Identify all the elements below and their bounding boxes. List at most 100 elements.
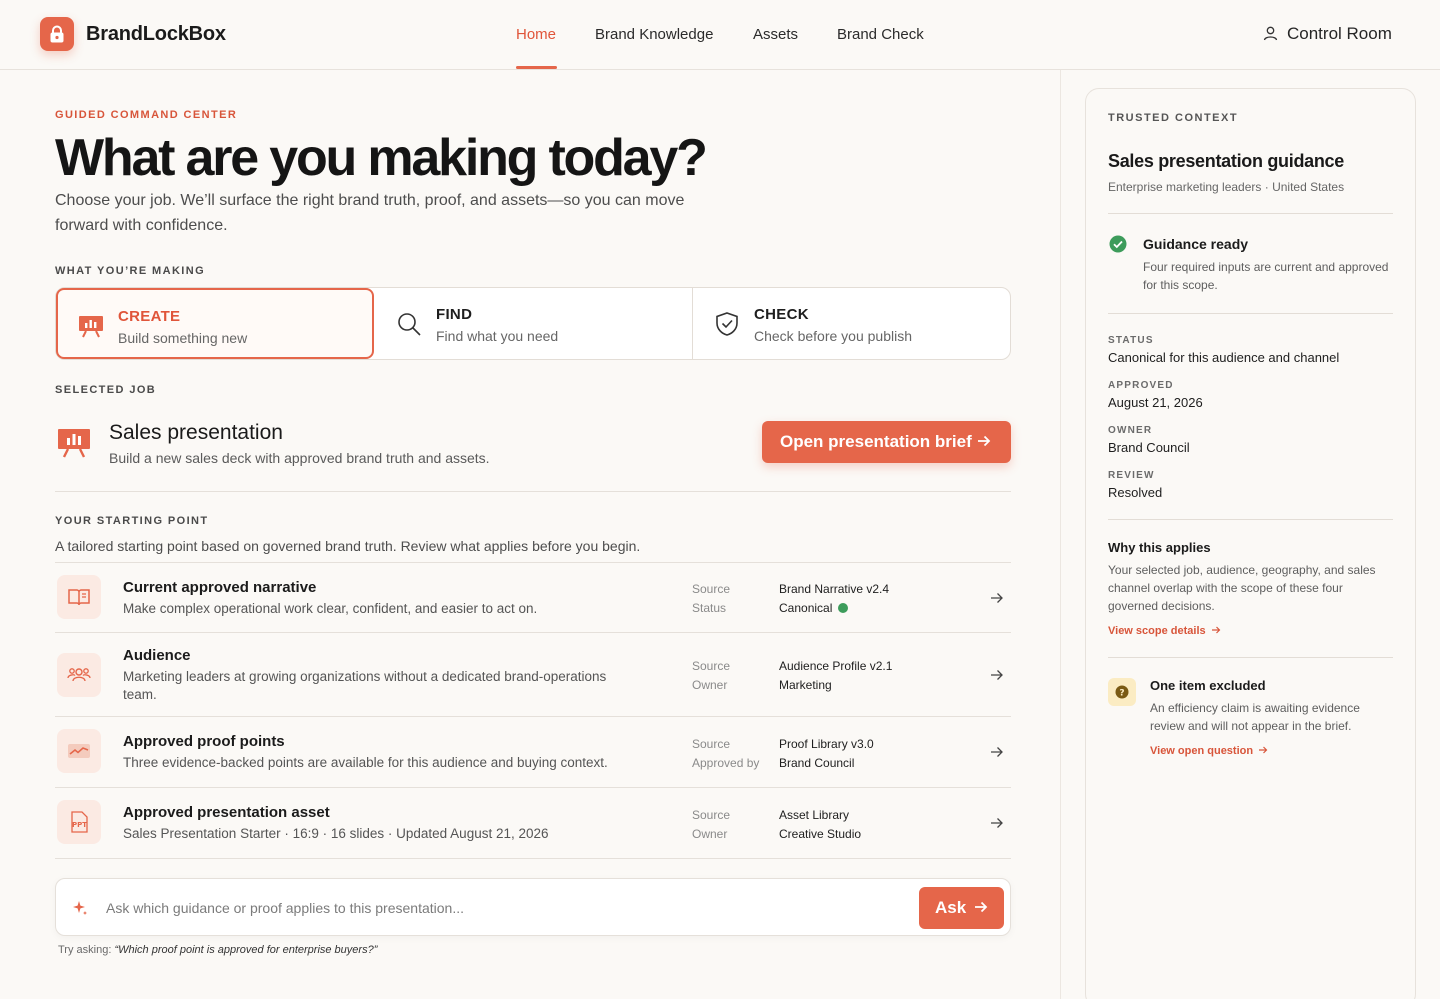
cta-label: Open presentation brief xyxy=(780,432,972,451)
row-description: Marketing leaders at growing organizatio… xyxy=(123,669,607,702)
view-scope-details-label: View scope details xyxy=(1108,625,1206,637)
question-icon: ? xyxy=(1108,678,1136,706)
view-open-question-link[interactable]: View open question xyxy=(1150,745,1268,757)
hero-eyebrow: GUIDED COMMAND CENTER xyxy=(55,109,238,121)
section-divider xyxy=(55,491,1011,492)
proof-chart-icon xyxy=(57,729,101,773)
meta-key: Source xyxy=(692,582,731,596)
arrow-right-icon[interactable] xyxy=(990,816,1004,830)
arrow-right-icon[interactable] xyxy=(990,668,1004,682)
meta-value: Creative Studio xyxy=(779,827,862,841)
svg-text:?: ? xyxy=(1119,689,1124,699)
nav-brand-check[interactable]: Brand Check xyxy=(837,26,924,43)
sparkle-icon xyxy=(73,901,87,915)
meta-key: Owner xyxy=(692,827,728,841)
control-room-link[interactable]: Control Room xyxy=(1263,24,1392,44)
row-title: Audience xyxy=(123,647,191,664)
option-check[interactable]: CHECK Check before you publish xyxy=(693,288,1011,359)
arrow-right-icon[interactable] xyxy=(990,591,1004,605)
control-room-label: Control Room xyxy=(1287,24,1392,43)
starting-point-row-proof[interactable]: Approved proof points Three evidence-bac… xyxy=(55,717,1011,788)
ask-button[interactable]: Ask xyxy=(919,887,1004,929)
excluded-title: One item excluded xyxy=(1150,678,1266,693)
status-text: Canonical xyxy=(779,601,833,615)
meta-key: Source xyxy=(692,659,731,673)
owner-value: Brand Council xyxy=(1108,440,1190,455)
panel-divider xyxy=(1108,313,1393,314)
meta-key: Owner xyxy=(692,678,728,692)
review-label: REVIEW xyxy=(1108,470,1155,481)
row-title: Approved presentation asset xyxy=(123,804,330,821)
panel-divider xyxy=(1108,213,1393,214)
panel-divider xyxy=(1108,519,1393,520)
excluded-body: An efficiency claim is awaiting evidence… xyxy=(1150,701,1360,733)
nav-home[interactable]: Home xyxy=(516,26,556,43)
starting-point-sub: A tailored starting point based on gover… xyxy=(55,538,641,554)
option-find-title: FIND xyxy=(436,306,473,323)
ask-bar: Ask xyxy=(55,878,1011,936)
ready-title: Guidance ready xyxy=(1143,236,1249,252)
row-description: Three evidence-backed points are availab… xyxy=(123,755,608,770)
meta-key: Approved by xyxy=(692,756,760,770)
brand-name[interactable]: BrandLockBox xyxy=(86,23,226,46)
starting-point-row-audience[interactable]: Audience Marketing leaders at growing or… xyxy=(55,633,1011,717)
presentation-icon xyxy=(58,429,90,458)
arrow-right-icon[interactable] xyxy=(990,745,1004,759)
hero-lead: Choose your job. We’ll surface the right… xyxy=(55,192,685,234)
meta-value: Audience Profile v2.1 xyxy=(779,659,893,673)
nav-active-indicator xyxy=(516,66,557,69)
approved-label: APPROVED xyxy=(1108,380,1174,391)
option-create-sub: Build something new xyxy=(118,330,248,346)
presentation-icon xyxy=(79,316,103,338)
user-icon xyxy=(1263,26,1278,41)
option-find[interactable]: FIND Find what you need xyxy=(374,288,692,359)
job-type-selector: CREATE Build something new FIND Find wha… xyxy=(55,287,1011,360)
panel-eyebrow: TRUSTED CONTEXT xyxy=(1108,112,1239,124)
ppt-file-icon: PPT xyxy=(57,800,101,844)
selected-job-label: SELECTED JOB xyxy=(55,384,157,396)
panel-subtitle: Enterprise marketing leaders · United St… xyxy=(1108,180,1345,194)
svg-text:PPT: PPT xyxy=(72,821,87,829)
selected-job-title: Sales presentation xyxy=(109,421,283,444)
nav-assets[interactable]: Assets xyxy=(753,26,798,43)
starting-point-label: YOUR STARTING POINT xyxy=(55,515,209,527)
audience-icon xyxy=(57,653,101,697)
row-title: Current approved narrative xyxy=(123,579,317,596)
meta-value: Brand Narrative v2.4 xyxy=(779,582,890,596)
ask-input[interactable] xyxy=(106,897,906,919)
panel-title: Sales presentation guidance xyxy=(1108,151,1344,171)
view-open-question-label: View open question xyxy=(1150,745,1254,757)
page-title: What are you making today? xyxy=(55,129,708,187)
hint-example[interactable]: “Which proof point is approved for enter… xyxy=(114,944,377,956)
lock-icon[interactable] xyxy=(40,17,74,51)
arrow-right-icon xyxy=(978,435,991,447)
meta-value-status: Canonical xyxy=(779,601,849,615)
column-divider xyxy=(1060,70,1061,999)
starting-point-row-asset[interactable]: PPT Approved presentation asset Sales Pr… xyxy=(55,788,1011,859)
top-navigation-bar: BrandLockBox Home Brand Knowledge Assets… xyxy=(0,0,1440,70)
making-label: WHAT YOU’RE MAKING xyxy=(55,265,206,277)
option-check-title: CHECK xyxy=(754,306,809,323)
selected-job-sub: Build a new sales deck with approved bra… xyxy=(109,450,490,466)
why-title: Why this applies xyxy=(1108,540,1211,555)
status-label: STATUS xyxy=(1108,335,1154,346)
meta-value: Brand Council xyxy=(779,756,855,770)
meta-key: Source xyxy=(692,737,731,751)
row-description: Make complex operational work clear, con… xyxy=(123,601,538,616)
nav-brand-knowledge[interactable]: Brand Knowledge xyxy=(595,26,713,43)
review-value: Resolved xyxy=(1108,485,1163,500)
meta-value: Asset Library xyxy=(779,808,850,822)
ask-hint: Try asking: “Which proof point is approv… xyxy=(58,944,377,956)
option-check-sub: Check before you publish xyxy=(754,328,912,344)
view-scope-details-link[interactable]: View scope details xyxy=(1108,625,1221,637)
meta-key: Status xyxy=(692,601,727,615)
why-body: Your selected job, audience, geography, … xyxy=(1108,563,1376,613)
option-find-sub: Find what you need xyxy=(436,328,559,344)
starting-point-row-narrative[interactable]: Current approved narrative Make complex … xyxy=(55,563,1011,633)
option-create[interactable]: CREATE Build something new xyxy=(56,288,374,359)
row-title: Approved proof points xyxy=(123,733,285,750)
shield-check-icon xyxy=(716,312,738,336)
open-presentation-brief-button[interactable]: Open presentation brief xyxy=(762,421,1011,463)
ask-button-label: Ask xyxy=(935,898,967,917)
search-icon xyxy=(398,313,421,336)
